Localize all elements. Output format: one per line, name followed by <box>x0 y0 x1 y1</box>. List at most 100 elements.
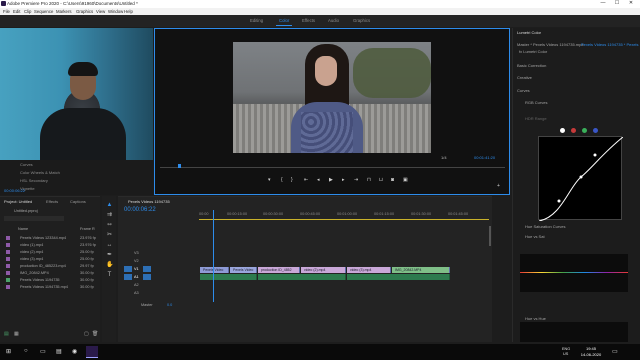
red-channel-icon[interactable] <box>571 128 576 133</box>
curve-line[interactable] <box>538 136 624 222</box>
menu-graphics[interactable]: Graphics <box>76 9 93 14</box>
timeline-timecode[interactable]: 00:00:06:22 <box>124 207 156 213</box>
project-item[interactable]: video (1).mp4 23.976 fp <box>4 242 98 248</box>
green-channel-icon[interactable] <box>582 128 587 133</box>
premiere-taskbar-icon[interactable] <box>86 346 98 358</box>
windows-start-icon[interactable]: ⊞ <box>6 348 11 355</box>
button-editor-icon[interactable]: ▣ <box>403 177 408 183</box>
tab-effects[interactable]: Effects <box>46 199 58 204</box>
export-frame-icon[interactable]: ◙ <box>391 177 394 183</box>
type-icon[interactable]: T <box>106 272 113 279</box>
step-back-icon[interactable]: ◂ <box>317 177 320 183</box>
audio-clip[interactable] <box>200 274 257 280</box>
section-creative[interactable]: Creative <box>517 75 532 80</box>
marker-icon[interactable]: ▾ <box>268 177 271 183</box>
blue-channel-icon[interactable] <box>593 128 598 133</box>
project-search-input[interactable] <box>4 216 64 221</box>
mark-out-icon[interactable]: } <box>291 177 293 183</box>
step-forward-icon[interactable]: ▸ <box>342 177 345 183</box>
timeline-tab[interactable]: Pexels Videos 1194735 <box>128 199 170 204</box>
slip-icon[interactable]: ↔ <box>106 242 113 249</box>
tab-captions[interactable]: Captions <box>70 199 86 204</box>
region-indicator[interactable]: US <box>563 352 568 356</box>
menu-view[interactable]: View <box>96 9 105 14</box>
maximize-button[interactable]: ☐ <box>610 0 624 6</box>
source-patch-v1[interactable] <box>124 266 132 272</box>
track-v3[interactable]: V3 <box>134 251 139 255</box>
track-v1[interactable]: V1 <box>134 267 139 271</box>
menu-clip[interactable]: Clip <box>24 9 31 14</box>
target-a1[interactable] <box>143 274 151 280</box>
lumetri-master[interactable]: Master * Pexels Videos 1194735.mp4 <box>517 42 584 47</box>
clock-date[interactable]: 14-06-2020 <box>578 352 604 357</box>
timeline-clip[interactable]: Pexels Video <box>230 267 257 273</box>
list-item-color-wheels[interactable]: Color Wheels & Match <box>20 170 60 175</box>
column-frame-rate[interactable]: Frame R <box>80 227 95 231</box>
rgb-curves-label[interactable]: RGB Curves <box>525 100 547 105</box>
workspace-color[interactable]: Color <box>279 18 289 23</box>
timeline-clip[interactable]: production ID_4852 <box>258 267 300 273</box>
column-name[interactable]: Name <box>18 227 28 231</box>
project-item[interactable]: Pexels Videos 1194735.mp4 30.00 fp <box>4 284 98 290</box>
workspace-editing[interactable]: Editing <box>250 18 263 23</box>
razor-icon[interactable]: ✂ <box>106 232 113 239</box>
list-view-icon[interactable]: ▤ <box>4 331 9 337</box>
project-item[interactable]: video (2).mp4 25.00 fp <box>4 249 98 255</box>
task-view-icon[interactable]: ▭ <box>40 348 46 355</box>
track-a2[interactable]: A2 <box>134 283 139 287</box>
program-scrub-bar[interactable] <box>160 167 505 168</box>
close-button[interactable]: ✕ <box>624 0 638 6</box>
menu-help[interactable]: Help <box>124 9 133 14</box>
minimize-button[interactable]: — <box>596 0 610 6</box>
section-curves[interactable]: Curves <box>517 88 530 93</box>
rgb-curve-graph[interactable] <box>538 136 624 222</box>
track-a1[interactable]: A1 <box>134 275 139 279</box>
project-item[interactable]: production ID_485223.mp4 29.97 fp <box>4 263 98 269</box>
track-select-icon[interactable]: ⇉ <box>106 212 113 219</box>
list-item-hsl[interactable]: HSL Secondary <box>20 178 48 183</box>
work-area-bar[interactable] <box>199 219 489 220</box>
timeline-playhead[interactable] <box>213 210 214 302</box>
notifications-icon[interactable]: ▭ <box>612 348 618 355</box>
timeline-clip[interactable]: IMG_20842.MP4 <box>392 267 450 273</box>
menu-edit[interactable]: Edit <box>13 9 20 14</box>
timeline-scrollbar[interactable] <box>489 226 491 246</box>
audio-clip[interactable] <box>347 274 450 280</box>
hue-vs-sat-graph[interactable] <box>520 254 628 292</box>
new-item-icon[interactable]: ▢ <box>84 331 89 337</box>
menu-sequence[interactable]: Sequence <box>34 9 53 14</box>
track-master[interactable]: Master <box>141 303 153 307</box>
master-volume[interactable]: 0.0 <box>167 303 172 307</box>
overwrite-icon[interactable]: ⊔ <box>379 177 383 183</box>
pen-icon[interactable]: ✒ <box>106 252 113 259</box>
menu-window[interactable]: Window <box>108 9 123 14</box>
icon-view-icon[interactable]: ▦ <box>14 331 19 337</box>
workspace-graphics[interactable]: Graphics <box>353 18 370 23</box>
workspace-effects[interactable]: Effects <box>302 18 315 23</box>
hue-vs-hue-graph[interactable] <box>520 322 628 342</box>
timeline-clip[interactable]: video (3).mp4 <box>347 267 391 273</box>
browser-icon[interactable]: ◉ <box>72 348 77 355</box>
workspace-audio[interactable]: Audio <box>328 18 339 23</box>
lumetri-clip[interactable]: Pexels Videos 1194735 * Pexels <box>581 42 638 47</box>
hand-icon[interactable]: ✋ <box>106 262 113 269</box>
insert-icon[interactable]: ⊓ <box>367 177 371 183</box>
go-to-in-icon[interactable]: ⇤ <box>304 177 308 183</box>
luma-channel-icon[interactable] <box>560 128 565 133</box>
menu-file[interactable]: File <box>3 9 10 14</box>
tab-project[interactable]: Project: Untitled <box>4 199 32 204</box>
fit-select[interactable]: 1/4 <box>441 155 447 160</box>
language-indicator[interactable]: ENG <box>562 347 570 351</box>
list-item-curves[interactable]: Curves <box>20 162 33 167</box>
target-v1[interactable] <box>143 266 151 272</box>
file-explorer-icon[interactable]: ▤ <box>56 348 62 355</box>
track-a3[interactable]: A3 <box>134 291 139 295</box>
hue-sat-curves-label[interactable]: Hue Saturation Curves <box>525 224 565 229</box>
ripple-edit-icon[interactable]: ⇿ <box>106 222 113 229</box>
project-item[interactable]: Pexels Videos 123344.mp4 23.976 fp <box>4 235 98 241</box>
track-v2[interactable]: V2 <box>134 259 139 263</box>
timeline-clip[interactable]: video (2).mp4 <box>301 267 346 273</box>
go-to-out-icon[interactable]: ⇥ <box>354 177 358 183</box>
timeline-clip[interactable]: Pexels Video <box>200 267 229 273</box>
project-item[interactable]: Pexels Videos 1194735 30.00 fp <box>4 277 98 283</box>
